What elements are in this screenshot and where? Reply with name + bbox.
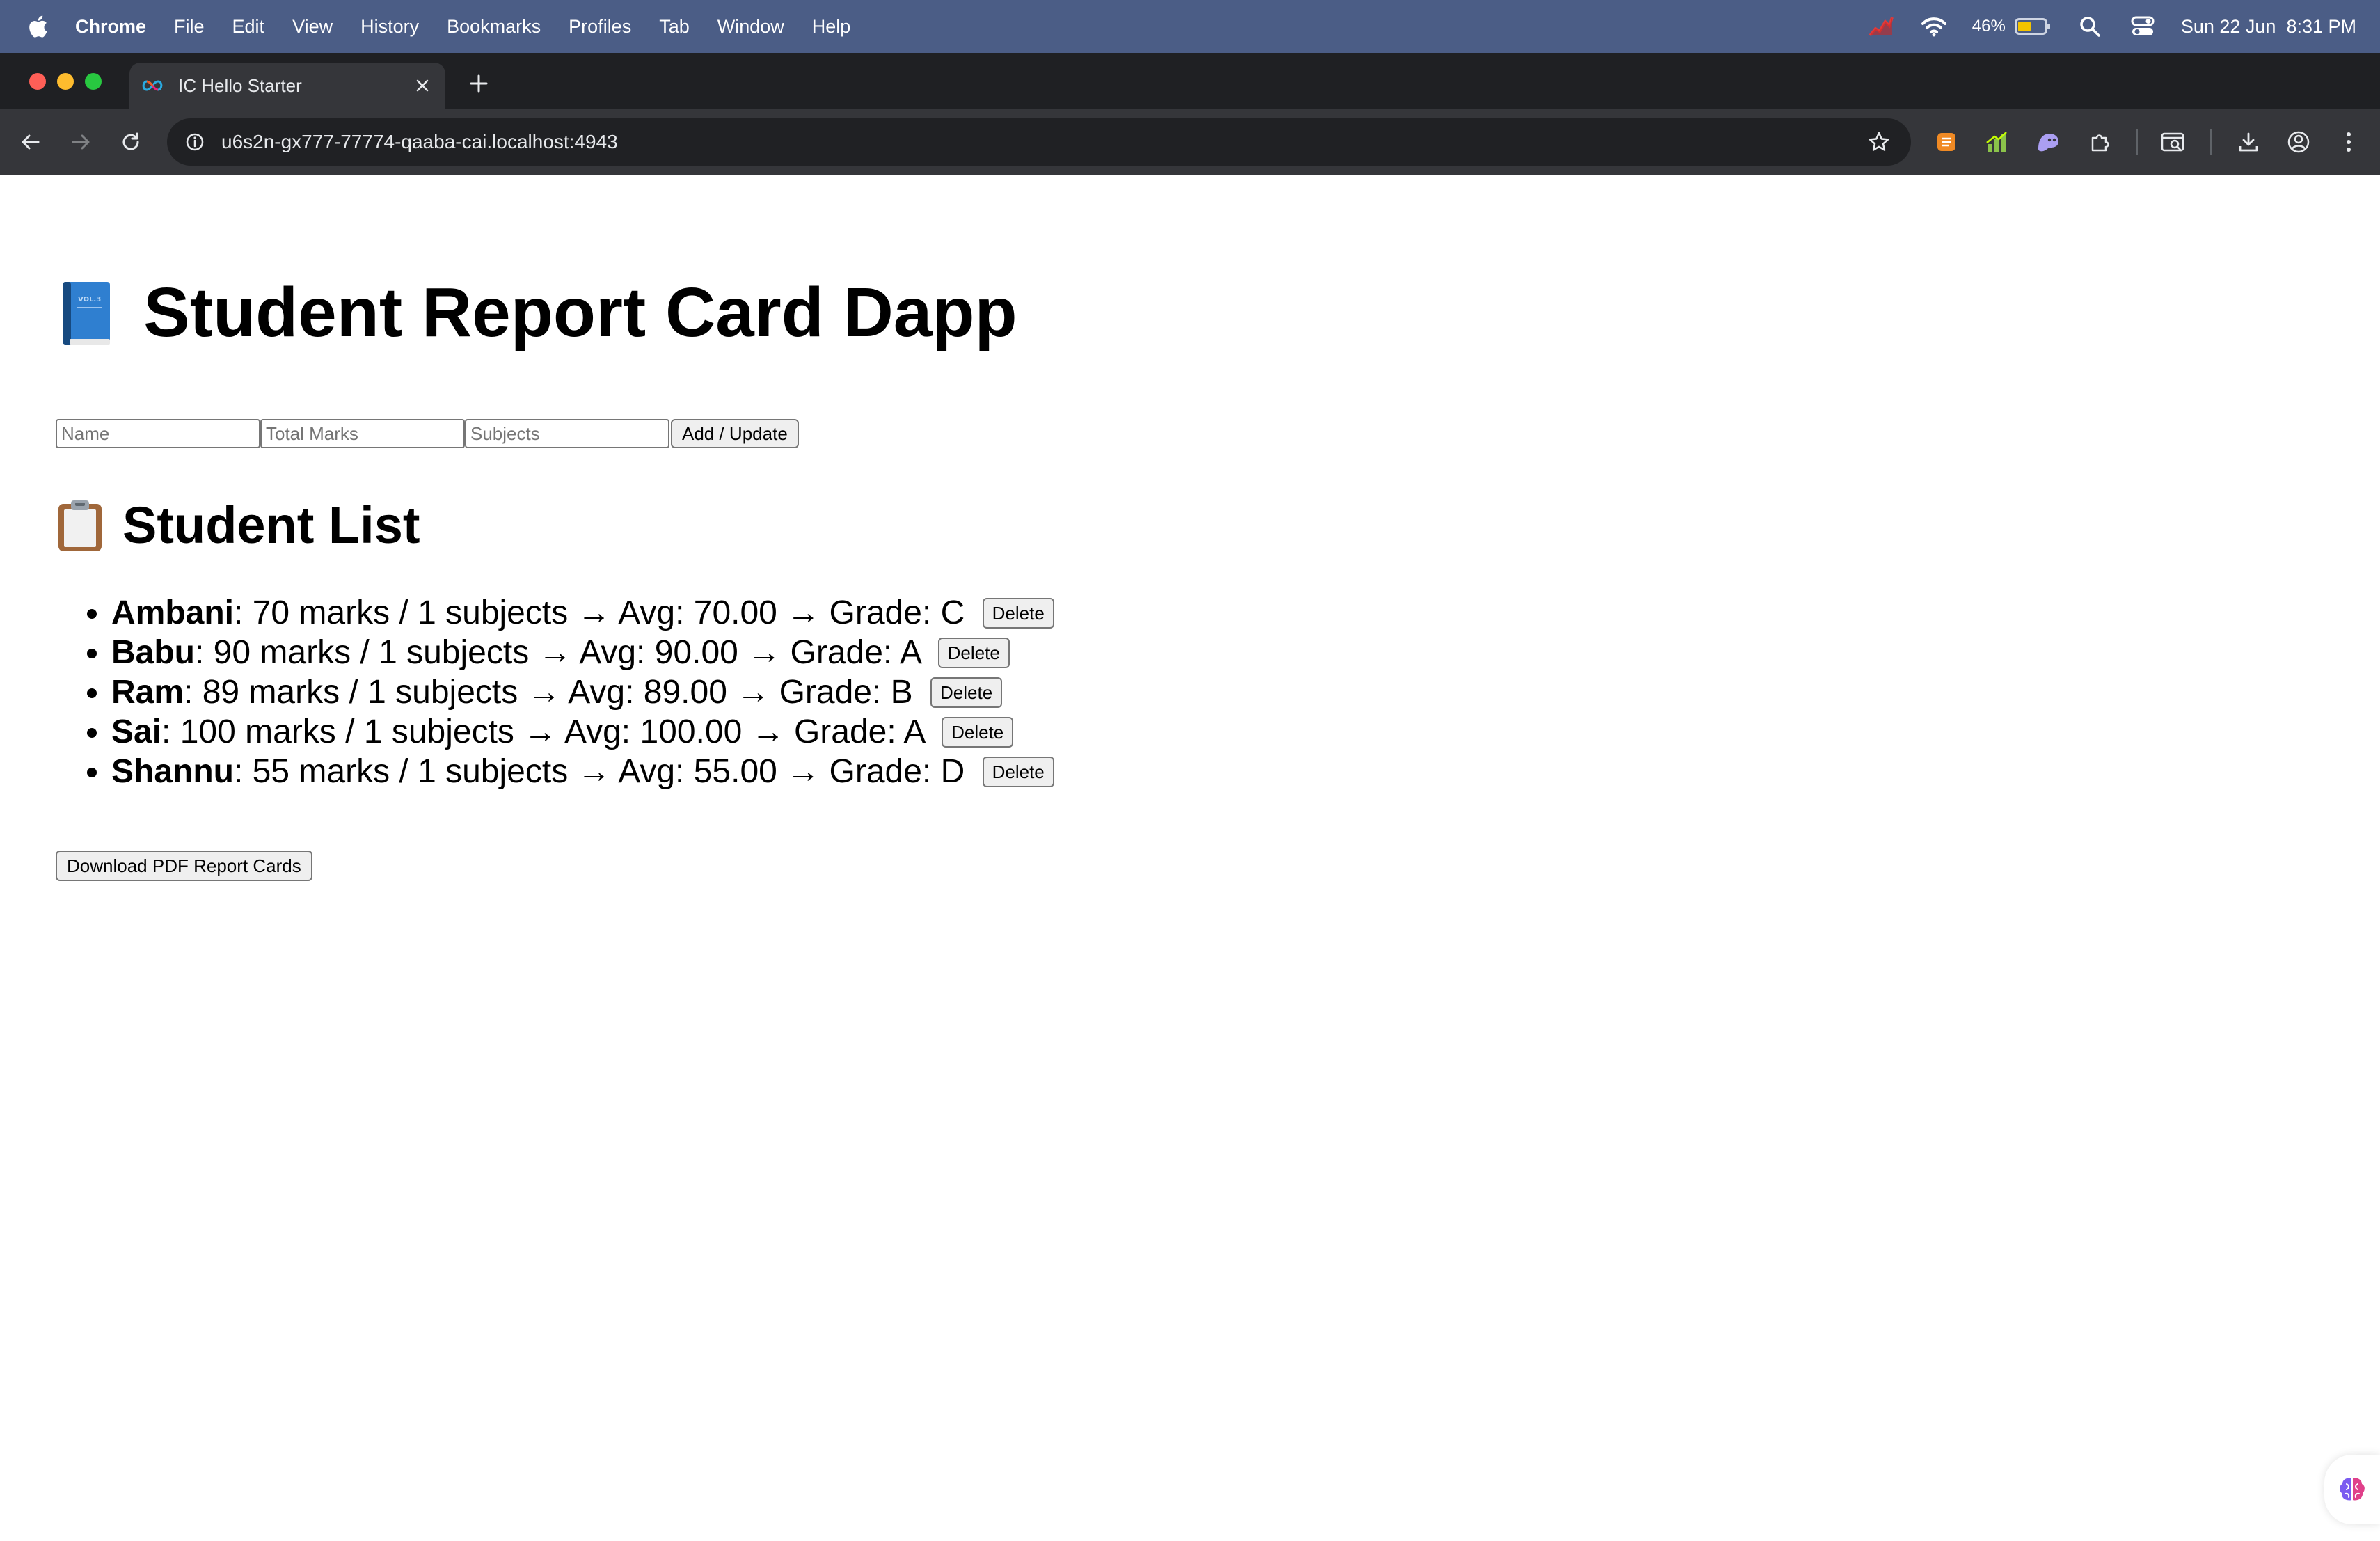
menubar-clock[interactable]: Sun 22 Jun 8:31 PM bbox=[2181, 16, 2356, 38]
toolbar-separator bbox=[2136, 129, 2138, 155]
list-item: Babu: 90 marks / 1 subjects → Avg: 90.00… bbox=[111, 633, 1054, 672]
back-arrow-icon[interactable] bbox=[15, 127, 46, 157]
profile-avatar-icon[interactable] bbox=[2283, 126, 2315, 158]
name-input[interactable] bbox=[56, 419, 260, 448]
student-name: Babu bbox=[111, 634, 195, 671]
student-name: Ram bbox=[111, 674, 184, 711]
tab-search-icon[interactable] bbox=[2157, 126, 2189, 158]
page-title: VOL.3 Student Report Card Dapp bbox=[56, 273, 1017, 353]
list-item: Ram: 89 marks / 1 subjects → Avg: 89.00 … bbox=[111, 672, 1054, 712]
delete-button[interactable]: Delete bbox=[930, 677, 1003, 709]
page-content: VOL.3 Student Report Card Dapp Add / Upd… bbox=[0, 175, 2380, 1541]
bookmark-star-icon[interactable] bbox=[1865, 128, 1893, 156]
delete-button[interactable]: Delete bbox=[982, 757, 1054, 788]
new-tab-plus-icon[interactable] bbox=[465, 70, 493, 97]
student-name: Ambani bbox=[111, 594, 235, 631]
student-details: : 55 marks / 1 subjects → Avg: 55.00 → G… bbox=[234, 753, 965, 790]
svg-text:VOL.3: VOL.3 bbox=[78, 296, 101, 303]
clipboard-icon bbox=[56, 498, 106, 553]
internet-computer-favicon-icon bbox=[141, 75, 168, 96]
download-icon[interactable] bbox=[2232, 126, 2264, 158]
ai-assistant-brain-icon[interactable] bbox=[2324, 1455, 2380, 1524]
download-pdf-button[interactable]: Download PDF Report Cards bbox=[56, 851, 312, 881]
toolbar-separator bbox=[2210, 129, 2212, 155]
wifi-icon[interactable] bbox=[1919, 12, 1949, 41]
subjects-input[interactable] bbox=[465, 419, 669, 448]
browser-tab[interactable]: IC Hello Starter bbox=[129, 63, 445, 109]
reload-icon[interactable] bbox=[116, 127, 146, 157]
student-form: Add / Update bbox=[56, 419, 799, 448]
menu-tab[interactable]: Tab bbox=[659, 16, 690, 38]
purple-ghost-extension-icon[interactable] bbox=[2032, 126, 2064, 158]
list-item: Ambani: 70 marks / 1 subjects → Avg: 70.… bbox=[111, 593, 1054, 633]
battery-percentage: 46% bbox=[1972, 17, 2006, 35]
student-details: : 90 marks / 1 subjects → Avg: 90.00 → G… bbox=[195, 634, 921, 671]
url-text[interactable]: u6s2n-gx777-77774-qaaba-cai.localhost:49… bbox=[221, 131, 618, 153]
menu-profiles[interactable]: Profiles bbox=[569, 16, 631, 38]
add-update-button[interactable]: Add / Update bbox=[671, 419, 799, 448]
student-details: : 70 marks / 1 subjects → Avg: 70.00 → G… bbox=[234, 594, 965, 631]
macos-menu-bar: Chrome File Edit View History Bookmarks … bbox=[0, 0, 2380, 53]
window-zoom-button[interactable] bbox=[85, 73, 102, 90]
student-name: Shannu bbox=[111, 753, 234, 790]
activity-graph-icon[interactable] bbox=[1866, 12, 1896, 41]
student-details: : 89 marks / 1 subjects → Avg: 89.00 → G… bbox=[184, 674, 913, 711]
student-list-heading: Student List bbox=[56, 496, 420, 555]
extensions-puzzle-icon[interactable] bbox=[2084, 126, 2116, 158]
site-info-icon[interactable] bbox=[182, 129, 207, 155]
page-title-text: Student Report Card Dapp bbox=[143, 274, 1017, 351]
list-item: Shannu: 55 marks / 1 subjects → Avg: 55.… bbox=[111, 752, 1054, 791]
student-list-heading-text: Student List bbox=[122, 496, 420, 554]
student-name: Sai bbox=[111, 713, 162, 750]
menubar-status-area: 46% Sun 22 Jun 8:31 PM bbox=[1866, 0, 2356, 53]
apple-logo-icon[interactable] bbox=[25, 14, 50, 39]
tab-title: IC Hello Starter bbox=[178, 74, 302, 96]
menu-help[interactable]: Help bbox=[812, 16, 851, 38]
menu-view[interactable]: View bbox=[292, 16, 333, 38]
student-details: : 100 marks / 1 subjects → Avg: 100.00 →… bbox=[161, 713, 924, 750]
student-list: Ambani: 70 marks / 1 subjects → Avg: 70.… bbox=[56, 593, 1054, 791]
menu-file[interactable]: File bbox=[174, 16, 205, 38]
menu-app-name[interactable]: Chrome bbox=[75, 16, 146, 38]
control-center-icon[interactable] bbox=[2128, 12, 2157, 41]
battery-icon[interactable] bbox=[2014, 12, 2052, 41]
green-chart-extension-icon[interactable] bbox=[1981, 126, 2013, 158]
menu-bookmarks[interactable]: Bookmarks bbox=[447, 16, 541, 38]
delete-button[interactable]: Delete bbox=[982, 598, 1054, 629]
window-minimize-button[interactable] bbox=[57, 73, 74, 90]
menu-edit[interactable]: Edit bbox=[232, 16, 265, 38]
delete-button[interactable]: Delete bbox=[937, 638, 1010, 669]
delete-button[interactable]: Delete bbox=[942, 717, 1014, 748]
list-item: Sai: 100 marks / 1 subjects → Avg: 100.0… bbox=[111, 712, 1054, 752]
orange-extension-icon[interactable] bbox=[1930, 126, 1962, 158]
chrome-menu-kebab-icon[interactable] bbox=[2333, 126, 2365, 158]
window-close-button[interactable] bbox=[29, 73, 46, 90]
total-marks-input[interactable] bbox=[260, 419, 465, 448]
forward-arrow-icon[interactable] bbox=[65, 127, 96, 157]
menu-window[interactable]: Window bbox=[717, 16, 784, 38]
address-bar[interactable]: u6s2n-gx777-77774-qaaba-cai.localhost:49… bbox=[167, 118, 1911, 166]
spotlight-search-icon[interactable] bbox=[2075, 12, 2104, 41]
tab-close-icon[interactable] bbox=[412, 75, 433, 96]
blue-book-icon: VOL.3 bbox=[56, 278, 122, 348]
menu-history[interactable]: History bbox=[360, 16, 419, 38]
